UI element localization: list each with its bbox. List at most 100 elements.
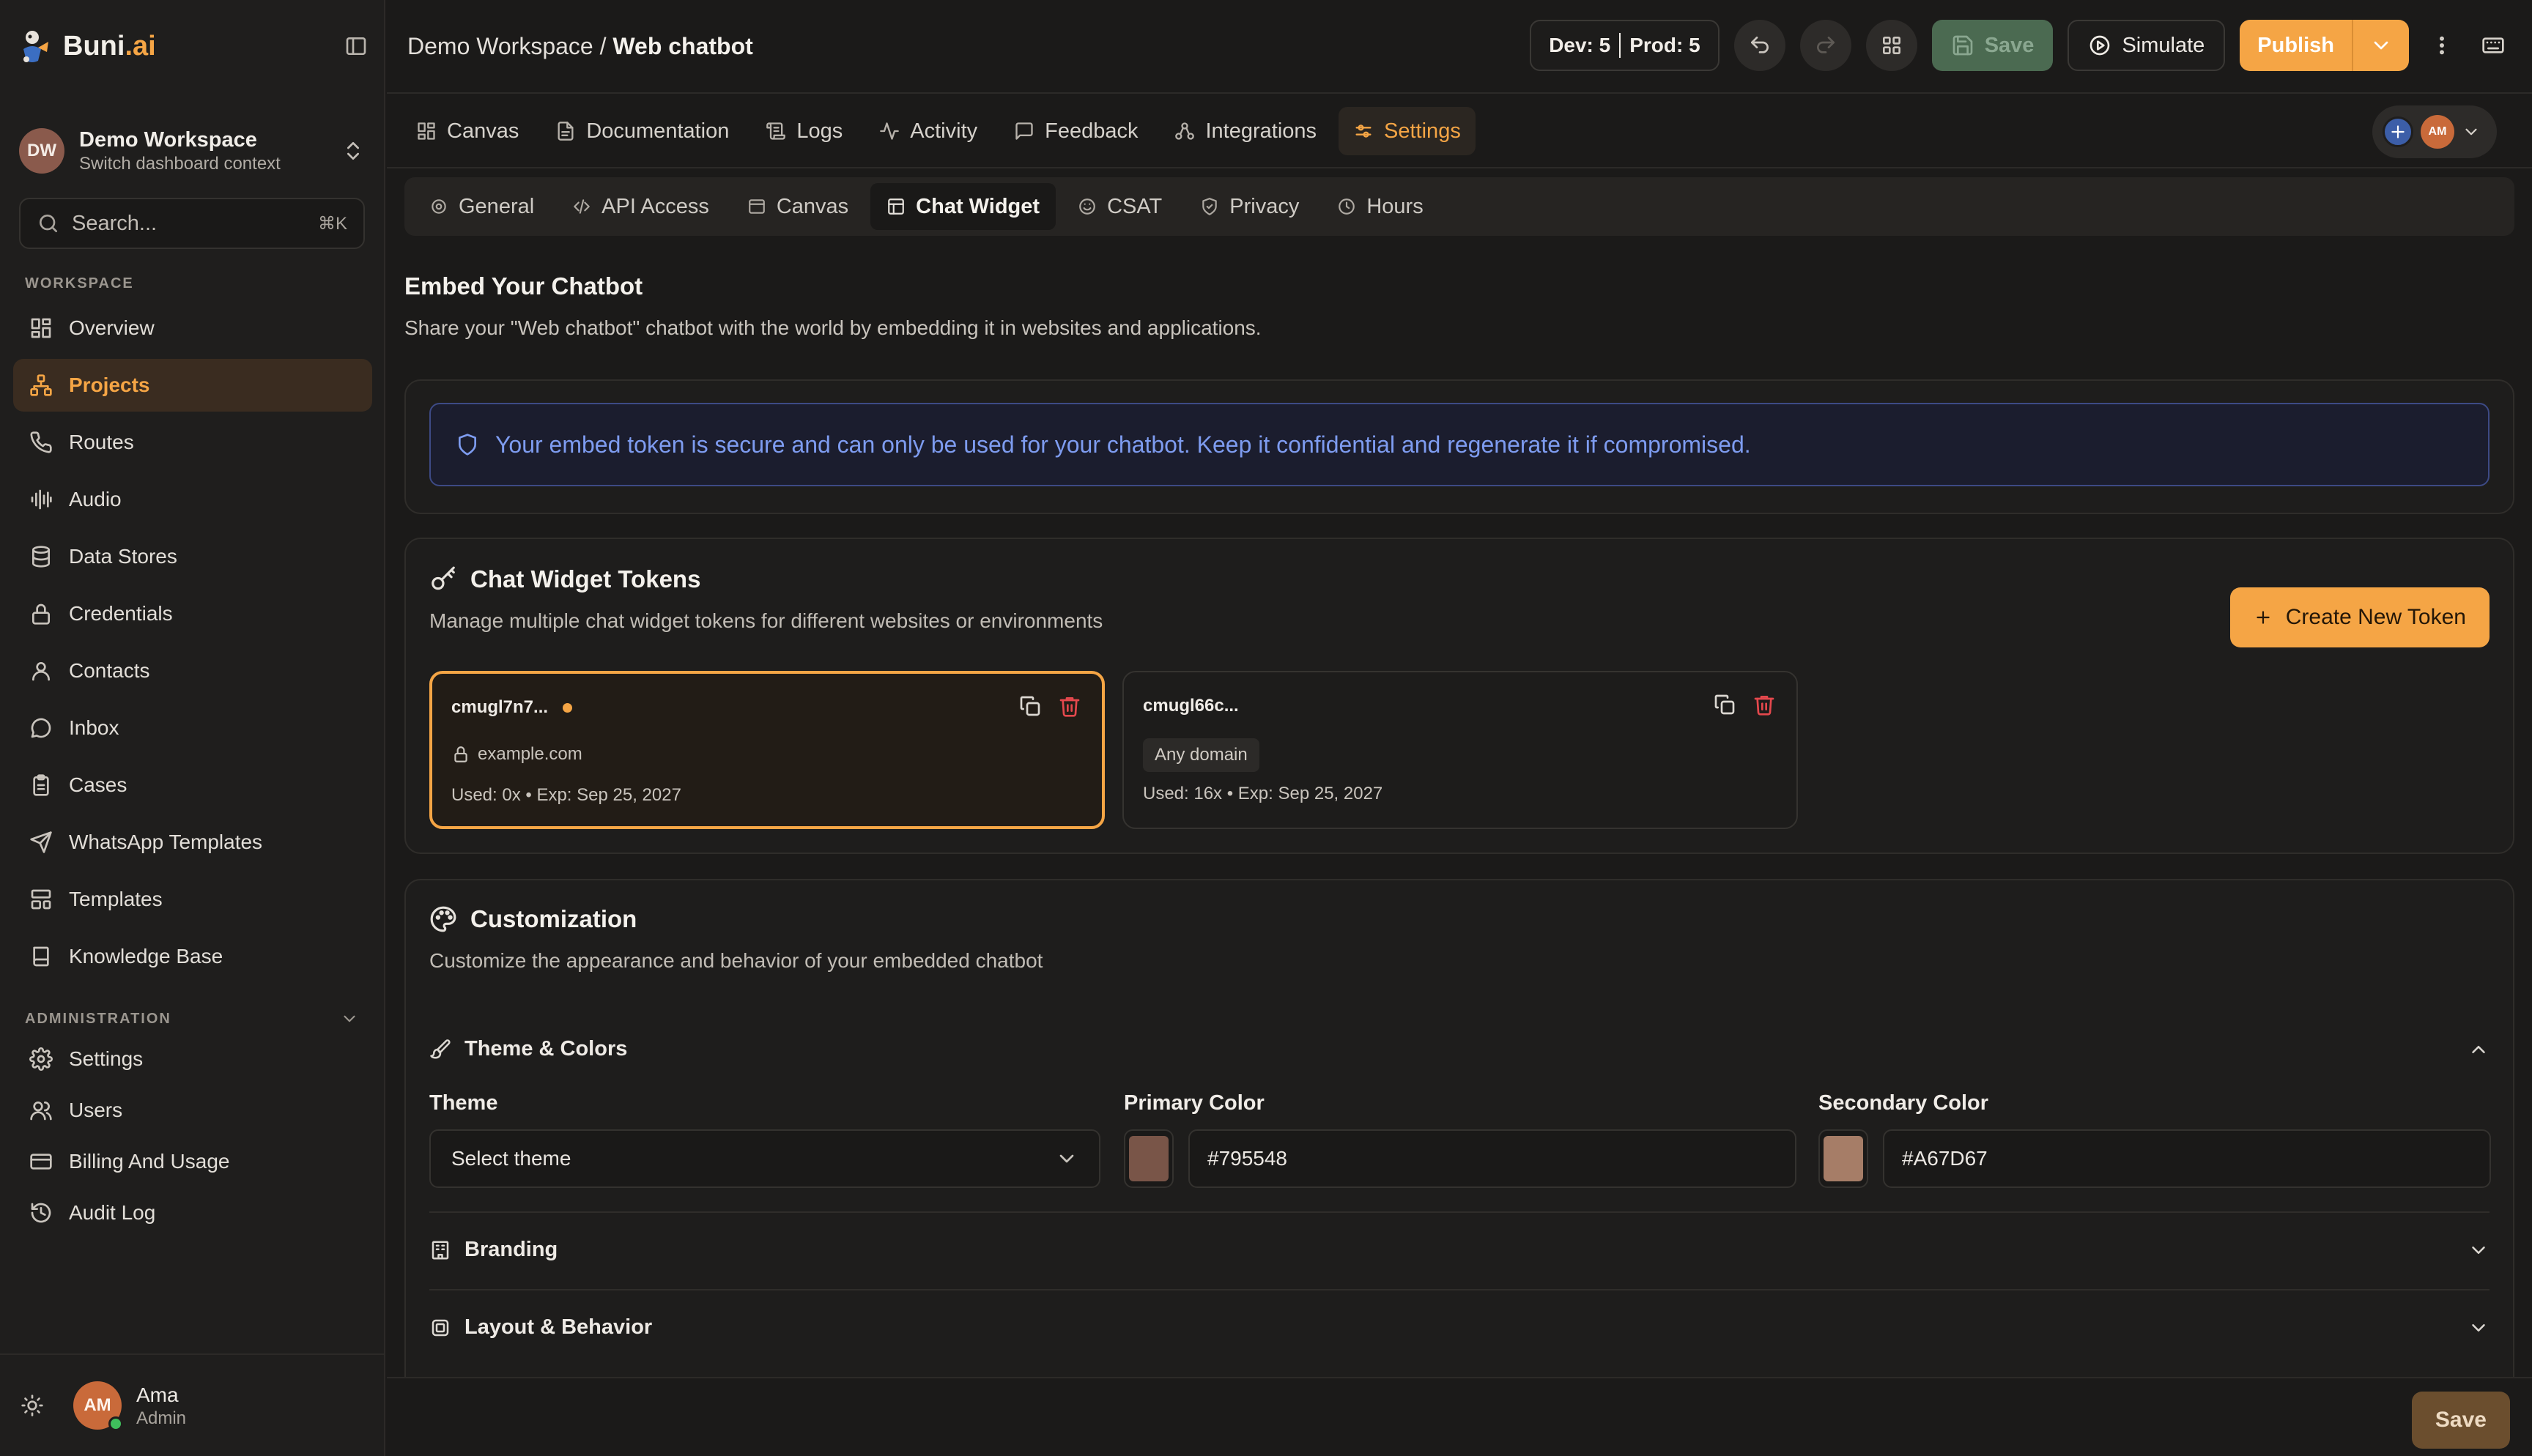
embed-description: Share your "Web chatbot" chatbot with th…: [404, 316, 1262, 339]
search-input[interactable]: Search... ⌘K: [19, 198, 365, 249]
send-icon: [30, 831, 52, 853]
publish-dropdown-button[interactable]: [2352, 20, 2409, 71]
sidebar-item-credentials[interactable]: Credentials: [13, 587, 372, 640]
primary-color-input[interactable]: #795548: [1188, 1129, 1796, 1188]
layout-behavior-accordion[interactable]: Layout & Behavior: [429, 1315, 2490, 1340]
sidebar-item-knowledge-base[interactable]: Knowledge Base: [13, 930, 372, 983]
save-settings-button[interactable]: Save: [2411, 1392, 2510, 1449]
copy-token-button[interactable]: [1713, 693, 1736, 716]
collaborators-menu[interactable]: AM: [2372, 105, 2497, 158]
tab-feedback[interactable]: Feedback: [999, 107, 1152, 155]
secondary-color-chip: [1824, 1136, 1863, 1181]
layout-toggle-button[interactable]: [1865, 20, 1917, 71]
sidebar-item-label: Billing And Usage: [69, 1150, 230, 1173]
credit-card-icon: [30, 1154, 52, 1170]
delete-token-button[interactable]: [1752, 693, 1776, 716]
sidebar-item-overview[interactable]: Overview: [13, 302, 372, 354]
sidebar-item-label: Audit Log: [69, 1201, 156, 1224]
tab-canvas[interactable]: Canvas: [401, 107, 533, 155]
file-icon: [558, 122, 574, 141]
add-collaborator-button[interactable]: [2383, 116, 2413, 147]
section-label-administration[interactable]: ADMINISTRATION: [25, 1009, 359, 1028]
tab-integrations[interactable]: Integrations: [1160, 107, 1331, 155]
sidebar-item-projects[interactable]: Projects: [13, 359, 372, 412]
sidebar-item-billing[interactable]: Billing And Usage: [13, 1138, 372, 1185]
main-tabs: Canvas Documentation Logs Activity Feedb…: [387, 95, 2532, 168]
publish-button[interactable]: Publish: [2240, 20, 2352, 71]
tab-logs[interactable]: Logs: [751, 107, 857, 155]
subtab-api-access[interactable]: API Access: [556, 183, 725, 230]
secondary-color-input[interactable]: #A67D67: [1883, 1129, 2491, 1188]
token-usage: Used: 16x • Exp: Sep 25, 2027: [1143, 784, 1383, 803]
token-card[interactable]: cmugl7n7... example.com Used: 0x • Exp: …: [429, 671, 1105, 829]
user-name: Ama: [136, 1383, 179, 1406]
redo-button[interactable]: [1799, 20, 1851, 71]
sidebar-item-whatsapp-templates[interactable]: WhatsApp Templates: [13, 816, 372, 869]
smile-icon: [1079, 198, 1095, 215]
copy-token-button[interactable]: [1018, 694, 1042, 718]
sidebar-item-data-stores[interactable]: Data Stores: [13, 530, 372, 583]
subtab-canvas[interactable]: Canvas: [731, 183, 865, 230]
collapse-sidebar-button[interactable]: [344, 34, 368, 58]
sidebar-item-audio[interactable]: Audio: [13, 473, 372, 526]
delete-token-button[interactable]: [1058, 694, 1081, 718]
sidebar-item-audit-log[interactable]: Audit Log: [13, 1189, 372, 1236]
tab-settings[interactable]: Settings: [1339, 107, 1476, 155]
sidebar-item-templates[interactable]: Templates: [13, 873, 372, 926]
save-button[interactable]: Save: [1931, 20, 2054, 71]
token-domain-text: example.com: [478, 744, 582, 764]
keyboard-shortcuts-button[interactable]: [2475, 34, 2511, 57]
sidebar-item-routes[interactable]: Routes: [13, 416, 372, 469]
collaborator-avatar: AM: [2421, 115, 2454, 149]
user-avatar[interactable]: AM: [73, 1381, 123, 1431]
sliders-icon: [1355, 125, 1372, 138]
sidebar-item-label: Contacts: [69, 659, 150, 682]
primary-color-swatch[interactable]: [1124, 1129, 1174, 1188]
chevron-down-icon: [2374, 41, 2388, 50]
breadcrumb-workspace[interactable]: Demo Workspace: [407, 33, 593, 59]
secondary-color-swatch[interactable]: [1818, 1129, 1868, 1188]
embed-title: Embed Your Chatbot: [404, 272, 643, 300]
logo-text: Buni.ai: [63, 30, 156, 62]
trash-icon: [1059, 697, 1080, 717]
subtab-hours[interactable]: Hours: [1321, 183, 1439, 230]
subtab-chat-widget[interactable]: Chat Widget: [870, 183, 1056, 230]
sidebar-item-users[interactable]: Users: [13, 1087, 372, 1134]
breadcrumb-separator: /: [593, 32, 613, 59]
logo-icon: [23, 31, 48, 62]
subtab-label: CSAT: [1107, 194, 1163, 218]
theme-toggle-button[interactable]: [21, 1394, 44, 1417]
theme-colors-accordion[interactable]: Theme & Colors: [429, 1037, 2490, 1061]
grid-icon: [1882, 36, 1900, 54]
undo-button[interactable]: [1733, 20, 1785, 71]
subtab-general[interactable]: General: [413, 183, 550, 230]
sidebar-item-label: Projects: [69, 374, 150, 396]
token-id-row: cmugl7n7...: [451, 697, 573, 718]
subtab-csat[interactable]: CSAT: [1062, 183, 1178, 230]
env-prod: Prod: 5: [1629, 34, 1700, 56]
token-card[interactable]: cmugl66c... Any domain Used: 16x • Exp: …: [1122, 671, 1798, 829]
sidebar-item-contacts[interactable]: Contacts: [13, 645, 372, 697]
theme-select[interactable]: Select theme: [429, 1129, 1100, 1188]
customization-subtitle: Customize the appearance and behavior of…: [429, 949, 1043, 972]
branding-accordion[interactable]: Branding: [429, 1238, 2490, 1262]
create-token-button[interactable]: Create New Token: [2229, 587, 2490, 647]
widget-icon: [888, 198, 905, 215]
customization-title: Customization: [470, 905, 637, 932]
subtab-privacy[interactable]: Privacy: [1184, 183, 1315, 230]
sidebar-item-cases[interactable]: Cases: [13, 759, 372, 811]
lock-icon: [454, 746, 467, 762]
tab-activity[interactable]: Activity: [865, 107, 992, 155]
tab-label: Integrations: [1205, 119, 1317, 143]
sidebar-item-inbox[interactable]: Inbox: [13, 702, 372, 754]
sidebar-item-settings[interactable]: Settings: [13, 1036, 372, 1082]
more-options-button[interactable]: [2424, 34, 2460, 57]
key-icon: [432, 566, 455, 590]
workspace-switcher[interactable]: DW Demo Workspace Switch dashboard conte…: [19, 122, 365, 180]
tab-documentation[interactable]: Documentation: [541, 107, 744, 155]
simulate-button[interactable]: Simulate: [2068, 20, 2226, 71]
environment-badge[interactable]: Dev: 5 Prod: 5: [1530, 20, 1720, 71]
tab-label: Feedback: [1045, 119, 1139, 143]
token-id: cmugl7n7...: [451, 697, 549, 717]
clipboard-icon: [33, 774, 49, 796]
